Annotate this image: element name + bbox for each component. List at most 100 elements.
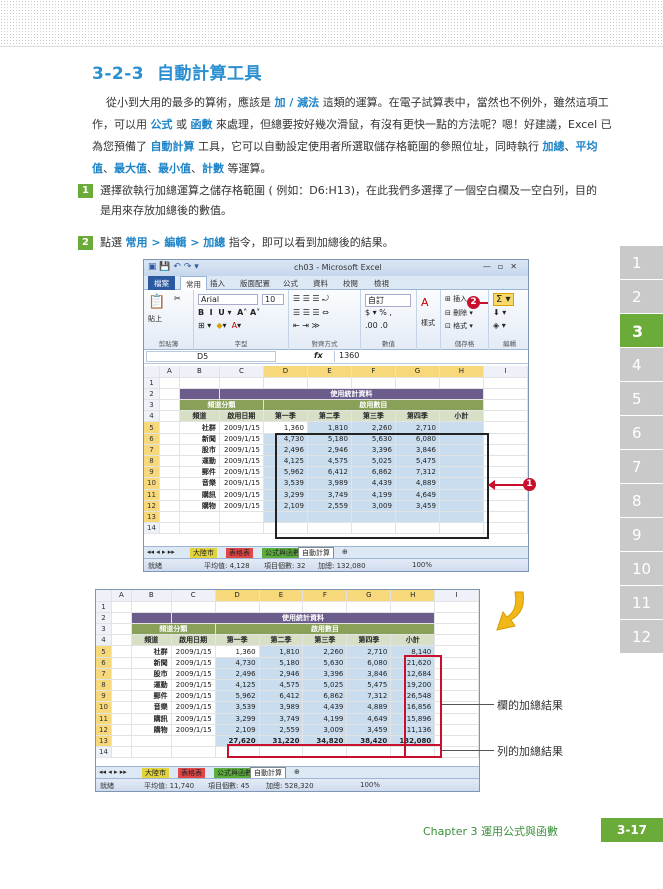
fill-button[interactable]: ⬇ ▾ — [493, 308, 506, 317]
quarter-value[interactable]: 2,559 — [259, 724, 304, 736]
row-header[interactable]: 9 — [144, 466, 160, 479]
cell[interactable] — [111, 657, 132, 669]
column-header-D[interactable]: D — [215, 590, 260, 602]
quick-access-toolbar[interactable]: ▣ 💾 ↶ ↷ ▾ — [148, 262, 199, 272]
start-date[interactable]: 2009/1/15 — [171, 679, 216, 692]
start-date[interactable]: 2009/1/15 — [171, 713, 216, 725]
cell[interactable] — [179, 377, 220, 389]
quarter-value[interactable]: 2,710 — [346, 645, 392, 658]
channel-name[interactable]: 新聞 — [131, 657, 172, 669]
align-buttons[interactable]: ☰ ☰ ☰ ⤾ — [293, 294, 329, 304]
chapter-tab-5[interactable]: 5 — [620, 382, 663, 416]
table-title[interactable]: 使用統計資料 — [171, 612, 436, 625]
column-label[interactable]: 第四季 — [395, 410, 440, 423]
quarter-value[interactable]: 2,260 — [302, 645, 348, 658]
status-zoom[interactable]: 100% — [412, 561, 432, 569]
start-date[interactable]: 2009/1/15 — [219, 421, 264, 434]
quarter-value[interactable]: 6,862 — [302, 690, 348, 703]
table-title[interactable]: 使用統計資料 — [219, 388, 484, 401]
quarter-value[interactable]: 4,199 — [302, 713, 348, 725]
channel-name[interactable]: 股市 — [131, 668, 172, 681]
column-header-A[interactable]: A — [111, 590, 132, 602]
start-date[interactable]: 2009/1/15 — [171, 724, 216, 736]
chapter-tab-10[interactable]: 10 — [620, 552, 663, 586]
row-header[interactable]: 3 — [144, 399, 160, 412]
currency-percent-buttons[interactable]: $ ▾ % , — [365, 308, 392, 317]
quarter-value[interactable]: 2,109 — [215, 724, 260, 736]
row-header[interactable]: 2 — [144, 388, 160, 401]
quarter-value[interactable]: 1,810 — [307, 421, 352, 434]
window-controls[interactable]: —▫✕ — [483, 262, 524, 271]
start-date[interactable]: 2009/1/15 — [219, 466, 264, 479]
font-name-select[interactable]: Arial — [198, 294, 258, 305]
cell[interactable] — [483, 388, 528, 401]
chapter-tab-11[interactable]: 11 — [620, 586, 663, 620]
channel-name[interactable]: 音樂 — [131, 701, 172, 714]
cell[interactable] — [483, 522, 528, 535]
cell[interactable] — [395, 377, 440, 389]
column-label[interactable]: 頻道 — [179, 410, 220, 423]
start-date[interactable]: 2009/1/15 — [219, 433, 264, 445]
new-sheet-icon[interactable]: ⊕ — [294, 768, 300, 776]
row-header[interactable]: 5 — [96, 645, 112, 658]
row-header[interactable]: 3 — [96, 623, 112, 636]
quarter-value[interactable]: 2,710 — [395, 421, 440, 434]
channel-name[interactable]: 購訊 — [131, 713, 172, 725]
column-header-D[interactable]: D — [263, 366, 308, 378]
cell[interactable] — [483, 511, 528, 524]
style-icon[interactable]: A — [421, 296, 429, 309]
chapter-tab-12[interactable]: 12 — [620, 620, 663, 654]
row-header[interactable]: 2 — [96, 612, 112, 625]
cell[interactable] — [111, 634, 132, 647]
cell[interactable] — [171, 735, 216, 748]
cell[interactable] — [171, 746, 216, 759]
column-header-E[interactable]: E — [307, 366, 352, 378]
channel-name[interactable]: 購物 — [131, 724, 172, 736]
ribbon-tab-1[interactable]: 常用 — [180, 276, 207, 290]
column-header-C[interactable]: C — [219, 366, 264, 378]
start-date[interactable]: 2009/1/15 — [219, 489, 264, 501]
ribbon-tab-2[interactable]: 插入 — [210, 278, 225, 289]
cell[interactable] — [483, 433, 528, 445]
column-header-A[interactable]: A — [159, 366, 180, 378]
cell[interactable] — [302, 601, 348, 613]
quarter-value[interactable]: 5,962 — [215, 690, 260, 703]
quarter-value[interactable]: 3,299 — [215, 713, 260, 725]
cell[interactable] — [483, 377, 528, 389]
row-header[interactable]: 14 — [96, 746, 112, 759]
cell[interactable] — [111, 746, 132, 759]
column-header-E[interactable]: E — [259, 590, 304, 602]
cell[interactable] — [483, 444, 528, 457]
quarter-value[interactable]: 3,749 — [259, 713, 304, 725]
start-date[interactable]: 2009/1/15 — [219, 444, 264, 457]
ribbon-tab-0[interactable]: 檔案 — [148, 276, 175, 290]
cut-icon[interactable]: ✂ — [174, 294, 181, 303]
channel-name[interactable]: 購物 — [179, 500, 220, 512]
cell[interactable] — [390, 601, 436, 613]
start-date[interactable]: 2009/1/15 — [171, 645, 216, 658]
indent-buttons[interactable]: ⇤ ⇥ ≫ — [293, 321, 320, 330]
cell[interactable] — [263, 377, 308, 389]
row-header[interactable]: 4 — [144, 410, 160, 423]
cell[interactable] — [159, 477, 180, 490]
cell[interactable] — [159, 444, 180, 457]
start-date[interactable]: 2009/1/15 — [219, 455, 264, 468]
column-label[interactable]: 第二季 — [307, 410, 352, 423]
cell[interactable] — [159, 399, 180, 412]
cell[interactable] — [219, 511, 264, 524]
chapter-tab-1[interactable]: 1 — [620, 246, 663, 280]
select-all-corner[interactable] — [96, 590, 112, 602]
channel-name[interactable]: 股市 — [179, 444, 220, 457]
channel-name[interactable]: 新聞 — [179, 433, 220, 445]
column-header-F[interactable]: F — [302, 590, 348, 602]
channel-name[interactable]: 運動 — [179, 455, 220, 468]
paste-button[interactable]: 貼上 — [148, 314, 162, 324]
format-cells-button[interactable]: ⊡ 格式 ▾ — [445, 321, 473, 331]
column-label[interactable]: 第一季 — [215, 634, 260, 647]
cell[interactable] — [159, 511, 180, 524]
cell[interactable] — [131, 612, 172, 625]
quarter-value[interactable]: 2,260 — [351, 421, 396, 434]
cell[interactable] — [483, 455, 528, 468]
start-date[interactable]: 2009/1/15 — [171, 668, 216, 681]
quarter-value[interactable]: 1,810 — [259, 645, 304, 658]
